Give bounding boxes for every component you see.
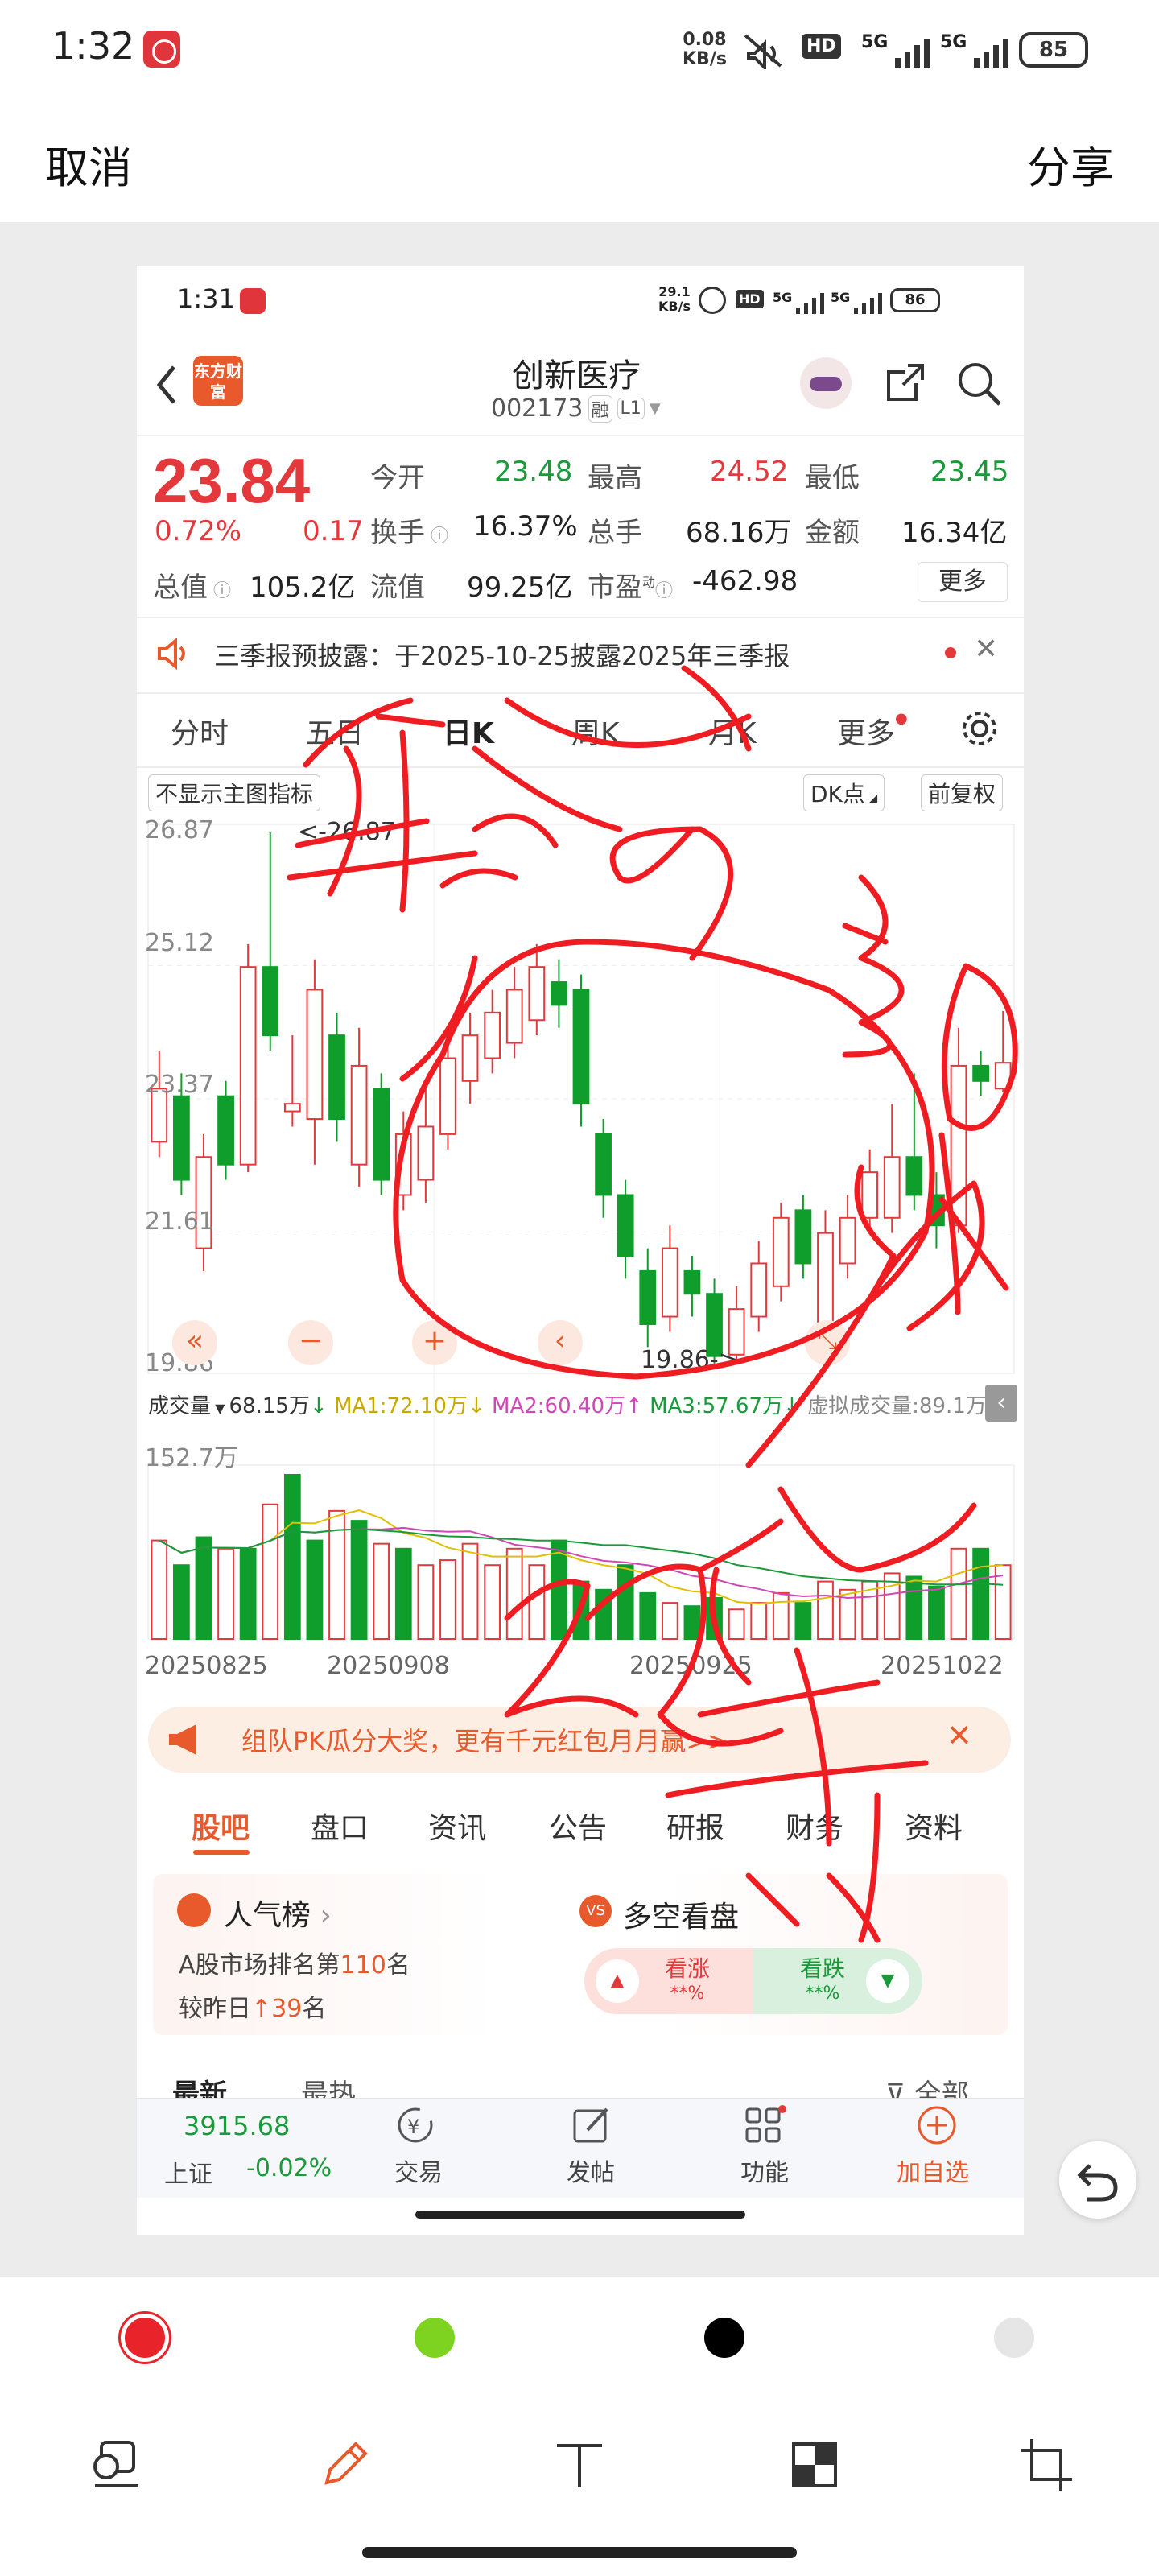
cancel-button[interactable]: 取消 xyxy=(45,132,132,196)
home-indicator xyxy=(362,2547,797,2558)
share-button[interactable]: 分享 xyxy=(1027,132,1114,196)
mute-icon xyxy=(744,34,782,69)
color-swatch[interactable] xyxy=(415,2318,455,2358)
outer-time: 1:32 xyxy=(52,24,135,68)
editor-top-bar xyxy=(0,97,1159,222)
signal-icon-2: 5G xyxy=(940,32,1009,68)
inner-home-indicator xyxy=(415,2211,745,2219)
hd-icon: HD xyxy=(802,34,841,59)
pen-icon[interactable] xyxy=(317,2434,375,2492)
copy-icon[interactable] xyxy=(89,2436,146,2494)
color-swatch[interactable] xyxy=(994,2318,1034,2358)
crop-icon[interactable] xyxy=(1016,2434,1077,2496)
screenshot-preview: 1:31 29.1 KB/s HD 5G 5G 86 东方财富 创新医疗 0021… xyxy=(137,266,1024,2235)
outer-status-bar: 1:32 0.08 KB/s HD 5G 5G 85 xyxy=(0,0,1159,97)
net-speed: 0.08 KB/s xyxy=(683,30,727,69)
color-picker-bar xyxy=(0,2277,1159,2399)
color-swatch[interactable] xyxy=(704,2318,744,2358)
undo-button[interactable] xyxy=(1059,2141,1136,2219)
battery-icon: 85 xyxy=(1019,32,1088,68)
text-icon[interactable] xyxy=(551,2436,608,2494)
signal-icon-1: 5G xyxy=(861,32,930,68)
mosaic-icon[interactable] xyxy=(786,2436,843,2494)
app-notification-icon xyxy=(143,31,180,68)
handwriting-overlay xyxy=(287,665,1018,1943)
color-swatch[interactable] xyxy=(125,2318,165,2358)
undo-icon xyxy=(1077,2164,1118,2202)
